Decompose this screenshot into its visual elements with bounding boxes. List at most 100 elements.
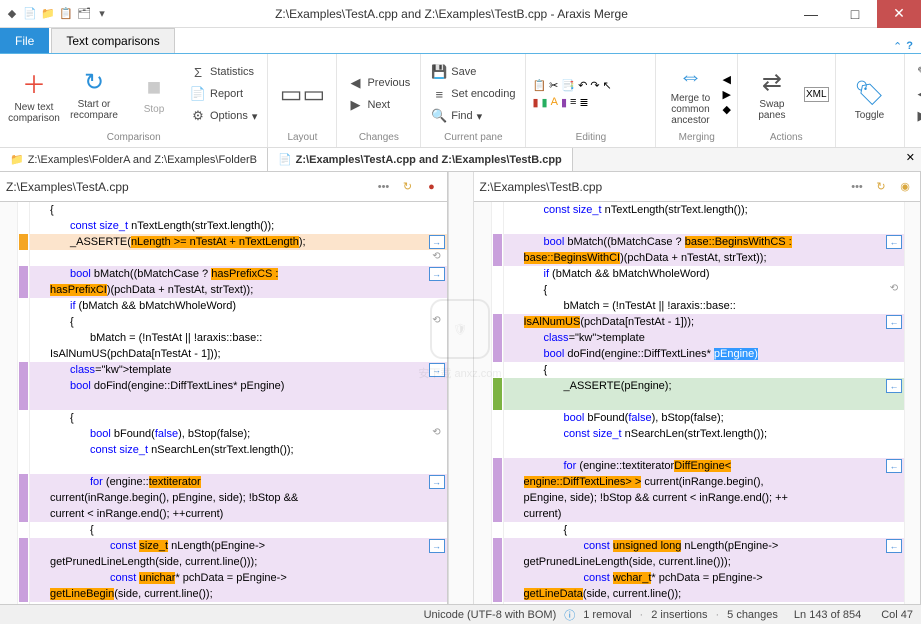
pane-menu-button[interactable]: ••• <box>848 178 866 196</box>
edit-icon4[interactable]: ▮ <box>561 96 567 109</box>
restore-icon[interactable]: ⟲ <box>429 602 445 604</box>
restore-icon[interactable]: ⟲ <box>429 250 445 264</box>
search-icon: 🔍 <box>431 108 447 124</box>
close-button[interactable]: ✕ <box>877 0 921 28</box>
swap-panes-button[interactable]: ⇄Swap panes <box>744 58 800 130</box>
start-recompare-button[interactable]: ↻Start or recompare <box>66 58 122 130</box>
left-file-path[interactable]: Z:\Examples\TestA.cpp <box>6 180 369 194</box>
ribbon-group-toggle: 🏷Toggle <box>836 54 905 147</box>
merge-common-button[interactable]: ⇔Merge to common ancestor <box>662 58 718 130</box>
merge-right-icon[interactable]: ▶ <box>722 88 730 101</box>
report-button[interactable]: 📄Report <box>186 84 261 104</box>
edit-icon3[interactable]: A <box>551 96 558 109</box>
right-code[interactable]: const size_t nTextLength(strText.length(… <box>504 202 905 604</box>
edit-icon5[interactable]: ≡ <box>570 96 576 109</box>
next-change-button[interactable]: ▶Next <box>343 95 414 115</box>
cut-icon[interactable]: ✂ <box>549 79 558 92</box>
stop-button[interactable]: ■Stop <box>126 58 182 130</box>
status-encoding: Unicode (UTF-8 with BOM) <box>424 609 557 621</box>
merge-arrow[interactable]: ← <box>886 315 902 329</box>
statistics-button[interactable]: ΣStatistics <box>186 62 261 82</box>
ribbon-group-current-pane: 💾Save ≡Set encoding 🔍Find ▾ Current pane <box>421 54 526 147</box>
window-title: Z:\Examples\TestA.cpp and Z:\Examples\Te… <box>114 7 789 21</box>
qa-dropdown-icon[interactable]: ▾ <box>94 6 110 22</box>
minimize-button[interactable]: — <box>789 0 833 28</box>
merge-arrow[interactable]: ← <box>886 539 902 553</box>
bookmark-next-button[interactable]: ▶Next <box>911 106 921 126</box>
layout-button[interactable]: ▭▭ <box>274 58 330 130</box>
right-arrow-icon: ▶ <box>915 108 921 124</box>
encoding-button[interactable]: ≡Set encoding <box>427 84 519 104</box>
pane-dot-icon[interactable]: ● <box>423 178 441 196</box>
undo-icon[interactable]: ↶ <box>578 79 587 92</box>
info-icon[interactable]: ⓘ <box>564 607 575 623</box>
save-button[interactable]: 💾Save <box>427 62 519 82</box>
overview-strip[interactable] <box>904 202 920 604</box>
edit-icon6[interactable]: ≣ <box>579 96 588 109</box>
right-arrow-icon: ▶ <box>347 97 363 113</box>
bookmark-prev-button[interactable]: ◀Previous <box>911 84 921 104</box>
statusbar: Unicode (UTF-8 with BOM) ⓘ 1 removal · 2… <box>0 604 921 624</box>
copy-icon[interactable]: 📑 <box>561 79 575 92</box>
merge-left-icon[interactable]: ◀ <box>722 73 730 86</box>
pane-menu-button[interactable]: ••• <box>375 178 393 196</box>
paste-icon[interactable]: 📋 <box>532 79 546 92</box>
gear-icon: ⚙ <box>190 108 206 124</box>
options-button[interactable]: ⚙Options ▾ <box>186 106 261 126</box>
save-icon: 💾 <box>431 64 447 80</box>
left-arrow-icon: ◀ <box>347 75 363 91</box>
edit-icon1[interactable]: ▮ <box>532 96 538 109</box>
ribbon-group-merging: ⇔Merge to common ancestor ◀ ▶ ◆ Merging <box>656 54 737 147</box>
restore-icon[interactable]: ⟲ <box>886 602 902 604</box>
pane-refresh-icon[interactable]: ↻ <box>872 178 890 196</box>
previous-change-button[interactable]: ◀Previous <box>343 73 414 93</box>
merge-arrow[interactable]: → <box>429 267 445 281</box>
stats-icon: Σ <box>190 64 206 80</box>
qa-folder-icon[interactable]: 🗂 <box>76 6 92 22</box>
pane-dot-icon[interactable]: ◉ <box>896 178 914 196</box>
right-changestrip <box>492 202 504 604</box>
tab-text-comparisons[interactable]: Text comparisons <box>51 28 174 53</box>
filetab-folders[interactable]: 📁Z:\Examples\FolderA and Z:\Examples\Fol… <box>0 148 268 171</box>
merge-arrow[interactable]: ← <box>886 379 902 393</box>
merge-arrow[interactable]: → <box>429 363 445 377</box>
find-button[interactable]: 🔍Find ▾ <box>427 106 519 126</box>
new-text-comparison-button[interactable]: ＋New text comparison <box>6 58 62 130</box>
edit-icon2[interactable]: ▮ <box>542 96 548 109</box>
merge-arrow[interactable]: → <box>429 539 445 553</box>
qa-new-icon[interactable]: 📄 <box>22 6 38 22</box>
qa-open-icon[interactable]: 📁 <box>40 6 56 22</box>
toggle-button[interactable]: 🏷Toggle <box>842 58 898 141</box>
status-removals: 1 removal <box>583 609 631 621</box>
maximize-button[interactable]: □ <box>833 0 877 28</box>
redo-icon[interactable]: ↷ <box>590 79 599 92</box>
edit-comment-button[interactable]: ✎Edit comment <box>911 62 921 82</box>
quick-access: ◆ 📄 📁 📋 🗂 ▾ <box>0 6 114 22</box>
left-code[interactable]: {const size_t nTextLength(strText.length… <box>30 202 447 604</box>
tab-close-icon[interactable]: ✕ <box>906 151 915 168</box>
qa-report-icon[interactable]: 📋 <box>58 6 74 22</box>
merge-arrow[interactable]: → <box>429 475 445 489</box>
ribbon-group-layout: ▭▭ Layout <box>268 54 337 147</box>
xml-icon[interactable]: XML <box>804 87 829 102</box>
file-icon: 📄 <box>278 153 292 166</box>
pane-refresh-icon[interactable]: ↻ <box>399 178 417 196</box>
help-icon[interactable]: ? <box>906 40 913 53</box>
status-line: Ln 143 of 854 <box>794 609 861 621</box>
select-icon[interactable]: ↖ <box>603 79 612 92</box>
right-file-path[interactable]: Z:\Examples\TestB.cpp <box>480 180 843 194</box>
merge-arrow[interactable]: ← <box>886 235 902 249</box>
ribbon-group-bookmarks: ✎Edit comment ◀Previous ▶Next Bookmarks <box>905 54 921 147</box>
folder-icon: 📁 <box>10 153 24 166</box>
merge-arrow[interactable]: → <box>429 235 445 249</box>
ribbon-group-changes: ◀Previous ▶Next Changes <box>337 54 421 147</box>
left-arrow-icon: ◀ <box>915 86 921 102</box>
ribbon-collapse-icon[interactable]: ⌃ <box>893 40 902 53</box>
merge-arrow[interactable]: ← <box>886 459 902 473</box>
filetab-files[interactable]: 📄Z:\Examples\TestA.cpp and Z:\Examples\T… <box>268 148 573 171</box>
merge-both-icon[interactable]: ◆ <box>722 103 730 116</box>
tab-file[interactable]: File <box>0 28 49 53</box>
left-pane: Z:\Examples\TestA.cpp ••• ↻ ● {const siz… <box>0 172 448 604</box>
document-tabs: 📁Z:\Examples\FolderA and Z:\Examples\Fol… <box>0 148 921 172</box>
right-gutter <box>474 202 492 604</box>
